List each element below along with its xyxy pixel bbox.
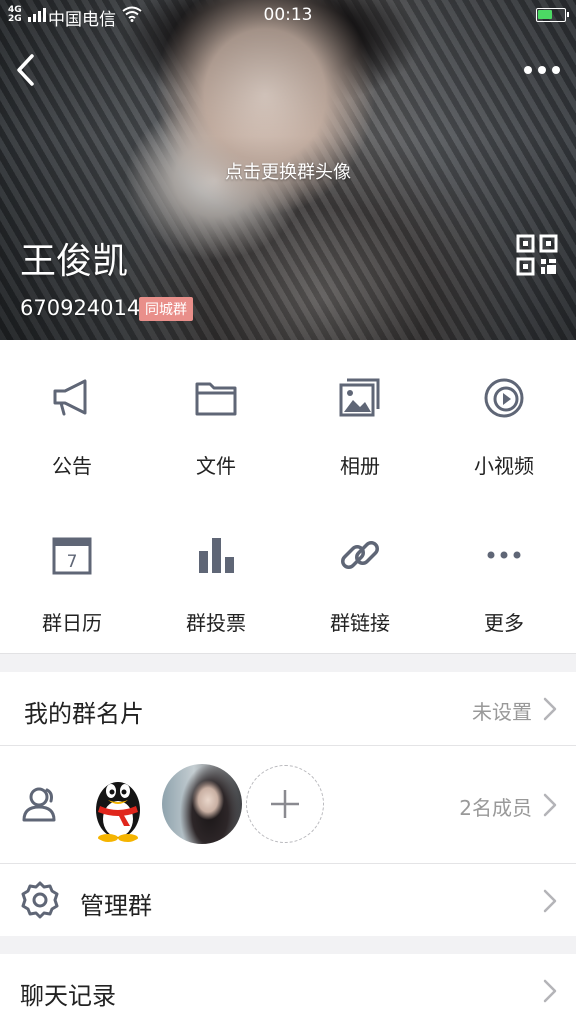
manage-group-row[interactable]: 管理群 bbox=[0, 864, 576, 936]
member-count: 2名成员 bbox=[459, 796, 532, 820]
battery-level bbox=[538, 10, 552, 19]
chevron-right-icon bbox=[543, 793, 557, 817]
qq-penguin-avatar[interactable] bbox=[78, 764, 158, 844]
photo-album-icon bbox=[339, 378, 380, 417]
chat-history-title: 聊天记录 bbox=[20, 982, 116, 1010]
group-header[interactable]: 4G 2G 中国电信 00:13 点击更换群头像 王俊凯 670924014 同… bbox=[0, 0, 576, 340]
plus-icon bbox=[271, 790, 299, 818]
group-name: 王俊凯 bbox=[20, 241, 129, 282]
my-group-card-title: 我的群名片 bbox=[24, 700, 144, 728]
group-tag-badge: 同城群 bbox=[139, 297, 193, 321]
group-id: 670924014 bbox=[20, 296, 141, 320]
feature-label: 小视频 bbox=[474, 454, 534, 478]
more-horizontal-icon bbox=[487, 551, 521, 559]
status-bar: 4G 2G 中国电信 00:13 bbox=[0, 0, 576, 32]
feature-link[interactable]: 群链接 bbox=[288, 497, 432, 654]
my-group-card-row[interactable]: 我的群名片 未设置 bbox=[0, 672, 576, 745]
members-row[interactable]: 2名成员 bbox=[0, 746, 576, 863]
feature-vote[interactable]: 群投票 bbox=[144, 497, 288, 654]
more-dots-icon[interactable] bbox=[520, 58, 564, 82]
feature-files[interactable]: 文件 bbox=[144, 340, 288, 497]
feature-label: 公告 bbox=[52, 454, 92, 478]
feature-short-video[interactable]: 小视频 bbox=[432, 340, 576, 497]
qr-code-icon[interactable] bbox=[516, 234, 558, 276]
feature-more[interactable]: 更多 bbox=[432, 497, 576, 654]
megaphone-icon bbox=[53, 379, 87, 416]
my-group-card-value: 未设置 bbox=[472, 700, 532, 724]
chevron-right-icon bbox=[543, 697, 557, 721]
manage-group-title: 管理群 bbox=[80, 892, 152, 920]
calendar-day: 7 bbox=[67, 552, 78, 572]
feature-label: 群日历 bbox=[42, 611, 102, 635]
feature-calendar[interactable]: 7 群日历 bbox=[0, 497, 144, 654]
feature-label: 相册 bbox=[340, 454, 380, 478]
add-member-button[interactable] bbox=[246, 765, 324, 843]
feature-announcement[interactable]: 公告 bbox=[0, 340, 144, 497]
feature-album[interactable]: 相册 bbox=[288, 340, 432, 497]
feature-label: 群链接 bbox=[330, 611, 390, 635]
folder-icon bbox=[195, 382, 237, 416]
battery-icon bbox=[536, 8, 569, 22]
change-avatar-hint[interactable]: 点击更换群头像 bbox=[0, 158, 576, 184]
bar-chart-icon bbox=[199, 538, 234, 573]
gear-icon bbox=[21, 881, 59, 919]
members-icon bbox=[22, 787, 56, 822]
link-icon bbox=[341, 541, 379, 569]
chat-history-row[interactable]: 聊天记录 bbox=[0, 954, 576, 1024]
chevron-right-icon bbox=[543, 889, 557, 913]
feature-label: 更多 bbox=[484, 611, 524, 635]
feature-label: 群投票 bbox=[186, 611, 246, 635]
calendar-icon: 7 bbox=[52, 537, 92, 575]
clock: 00:13 bbox=[263, 5, 313, 25]
member-photo-avatar[interactable] bbox=[162, 764, 242, 844]
feature-grid: 公告 文件 相册 小视频 7 群日历 群投票 群链接 更多 bbox=[0, 340, 576, 654]
feature-label: 文件 bbox=[196, 454, 236, 478]
chevron-right-icon bbox=[543, 979, 557, 1003]
chevron-left-icon[interactable] bbox=[10, 48, 50, 92]
video-play-icon bbox=[484, 378, 524, 418]
